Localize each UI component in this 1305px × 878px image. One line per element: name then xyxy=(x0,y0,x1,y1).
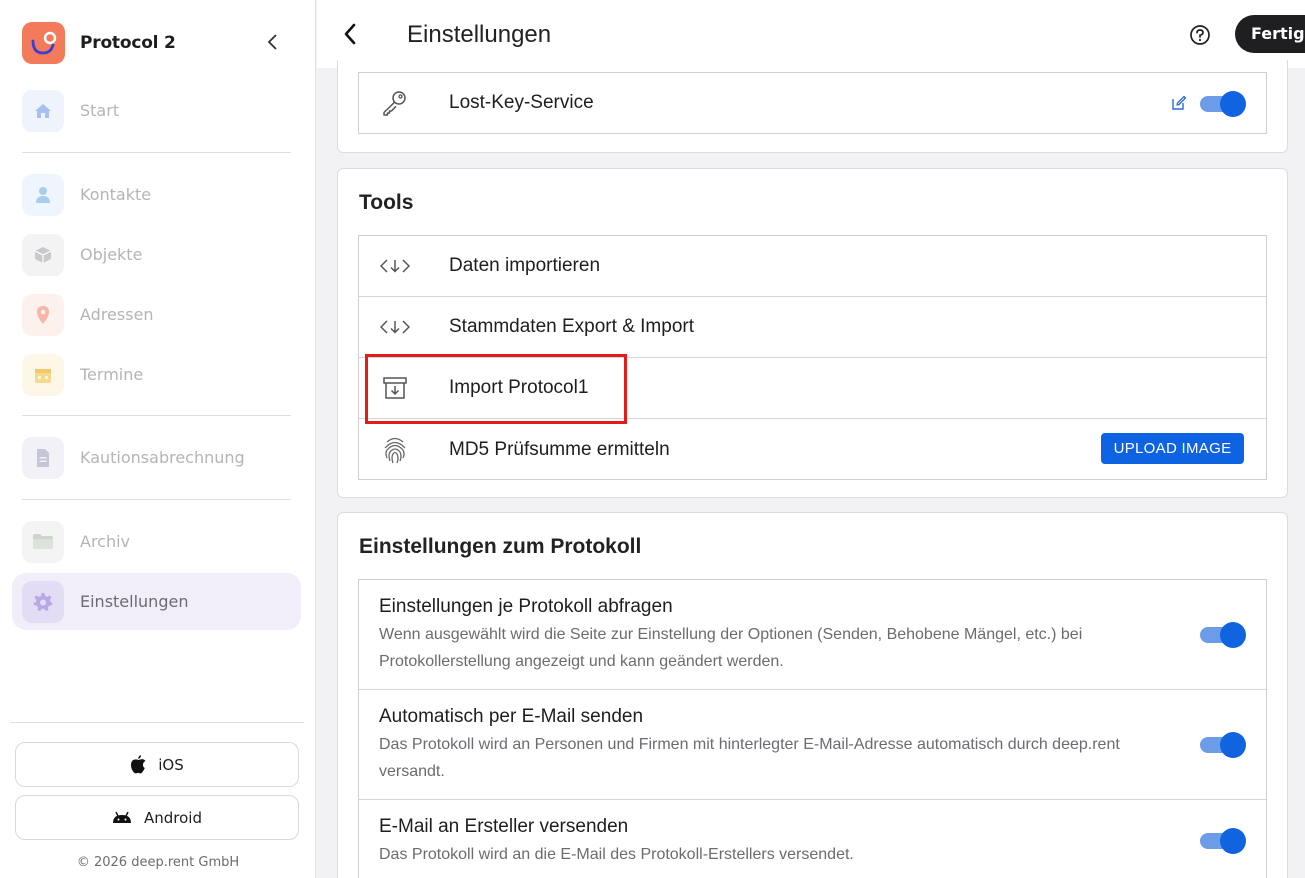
help-button[interactable] xyxy=(1189,24,1211,51)
setting-title: Automatisch per E-Mail senden xyxy=(379,706,644,727)
divider xyxy=(22,415,291,416)
row-label: Stammdaten Export & Import xyxy=(449,316,694,337)
header: Einstellungen Fertig xyxy=(317,0,1305,68)
setting-description: Wenn ausgewählt wird die Seite zur Einst… xyxy=(379,621,1179,675)
copyright: © 2026 deep.rent GmbH xyxy=(76,855,240,870)
sidebar-item-archiv[interactable]: Archiv xyxy=(12,513,301,570)
key-icon xyxy=(379,87,411,119)
setting-description: Das Protokoll wird an die E-Mail des Pro… xyxy=(379,841,1179,868)
tools-title: Tools xyxy=(359,191,414,214)
ios-app-button[interactable]: iOS xyxy=(15,742,299,787)
toggle-knob xyxy=(1220,91,1246,117)
document-icon xyxy=(22,436,64,479)
back-button[interactable] xyxy=(342,22,364,46)
setting-row-abfragen: Einstellungen je Protokoll abfragen Wenn… xyxy=(359,580,1266,690)
sidebar-item-label: Start xyxy=(80,101,120,120)
android-icon xyxy=(113,811,131,823)
highlight-box xyxy=(365,354,627,424)
divider xyxy=(22,499,291,500)
sidebar-item-label: Einstellungen xyxy=(80,592,189,611)
setting-description: Das Protokoll wird an Personen und Firme… xyxy=(379,731,1179,785)
upload-image-button[interactable]: UPLOAD IMAGE xyxy=(1101,433,1244,464)
app-name: Protocol 2 xyxy=(80,33,176,53)
arrow-back-icon xyxy=(344,23,356,45)
lost-key-service-row[interactable]: Lost-Key-Service xyxy=(359,73,1266,133)
setting-toggle-ersteller[interactable] xyxy=(1200,828,1246,854)
toggle-knob xyxy=(1220,732,1246,758)
tools-card: Tools Daten importieren Stammdaten Expor… xyxy=(337,168,1288,498)
location-pin-icon xyxy=(22,293,64,336)
divider xyxy=(22,152,291,153)
sidebar-item-label: Termine xyxy=(80,365,144,384)
sidebar-item-label: Objekte xyxy=(80,245,143,264)
protocol-settings-title: Einstellungen zum Protokoll xyxy=(359,535,642,558)
android-label: Android xyxy=(144,808,202,827)
sidebar-item-einstellungen[interactable]: Einstellungen xyxy=(12,573,301,630)
lost-key-service-toggle[interactable] xyxy=(1200,91,1246,117)
sidebar-item-kontakte[interactable]: Kontakte xyxy=(12,166,301,223)
home-icon xyxy=(22,89,64,132)
setting-toggle-abfragen[interactable] xyxy=(1200,622,1246,648)
setting-title: Einstellungen je Protokoll abfragen xyxy=(379,596,673,617)
sidebar-item-objekte[interactable]: Objekte xyxy=(12,226,301,283)
apple-icon xyxy=(131,755,146,774)
toggle-knob xyxy=(1220,828,1246,854)
code-download-icon xyxy=(379,250,411,282)
tool-row-md5[interactable]: MD5 Prüfsumme ermitteln UPLOAD IMAGE xyxy=(359,419,1266,480)
tool-row-stammdaten-export-import[interactable]: Stammdaten Export & Import xyxy=(359,297,1266,358)
calendar-icon xyxy=(22,353,64,396)
edit-icon xyxy=(1172,95,1187,110)
page-title: Einstellungen xyxy=(407,21,552,48)
edit-button[interactable] xyxy=(1171,95,1187,116)
fingerprint-icon xyxy=(379,434,411,466)
sidebar-item-start[interactable]: Start xyxy=(12,82,301,139)
brand[interactable]: Protocol 2 xyxy=(22,22,176,64)
help-icon xyxy=(1190,25,1210,45)
sidebar-item-label: Kontakte xyxy=(80,185,152,204)
folder-icon xyxy=(22,520,64,563)
setting-row-ersteller: E-Mail an Ersteller versenden Das Protok… xyxy=(359,800,1266,878)
done-button[interactable]: Fertig xyxy=(1235,15,1305,53)
sidebar-item-label: Kautionsabrechnung xyxy=(80,448,245,467)
setting-title: E-Mail an Ersteller versenden xyxy=(379,816,629,837)
cube-icon xyxy=(22,233,64,276)
protocol-logo-icon xyxy=(22,22,65,64)
toggle-knob xyxy=(1220,622,1246,648)
setting-toggle-email-senden[interactable] xyxy=(1200,732,1246,758)
code-download-icon xyxy=(379,311,411,343)
android-app-button[interactable]: Android xyxy=(15,795,299,840)
security-list: Lost-Key-Service xyxy=(358,72,1267,134)
security-card: Lost-Key-Service xyxy=(337,60,1288,153)
sidebar-item-label: Archiv xyxy=(80,532,131,551)
sidebar-item-kautionsabrechnung[interactable]: Kautionsabrechnung xyxy=(12,429,301,486)
setting-description-line: versandt. xyxy=(379,763,445,780)
setting-description-line: Wenn ausgewählt wird die Seite zur Einst… xyxy=(379,626,1083,643)
sidebar: Protocol 2 Start Kontakte Objekte Adress… xyxy=(0,0,316,878)
protocol-settings-list: Einstellungen je Protokoll abfragen Wenn… xyxy=(358,579,1267,878)
setting-row-email-senden: Automatisch per E-Mail senden Das Protok… xyxy=(359,690,1266,800)
collapse-sidebar-button[interactable] xyxy=(262,32,282,52)
gear-icon xyxy=(22,580,64,623)
sidebar-item-adressen[interactable]: Adressen xyxy=(12,286,301,343)
sidebar-item-label: Adressen xyxy=(80,305,154,324)
row-label: MD5 Prüfsumme ermitteln xyxy=(449,438,670,460)
ios-label: iOS xyxy=(158,755,184,774)
divider xyxy=(10,722,304,723)
sidebar-item-termine[interactable]: Termine xyxy=(12,346,301,403)
row-label: Lost-Key-Service xyxy=(449,92,594,113)
row-label: Daten importieren xyxy=(449,255,601,276)
chevron-left-icon xyxy=(267,34,277,50)
tool-row-daten-importieren[interactable]: Daten importieren xyxy=(359,236,1266,297)
setting-description-line: Das Protokoll wird an Personen und Firme… xyxy=(379,736,1120,753)
setting-description-line: Das Protokoll wird an die E-Mail des Pro… xyxy=(379,846,854,863)
person-icon xyxy=(22,173,64,216)
setting-description-line: Protokollerstellung angezeigt und kann g… xyxy=(379,653,784,670)
protocol-settings-card: Einstellungen zum Protokoll Einstellunge… xyxy=(337,512,1288,878)
